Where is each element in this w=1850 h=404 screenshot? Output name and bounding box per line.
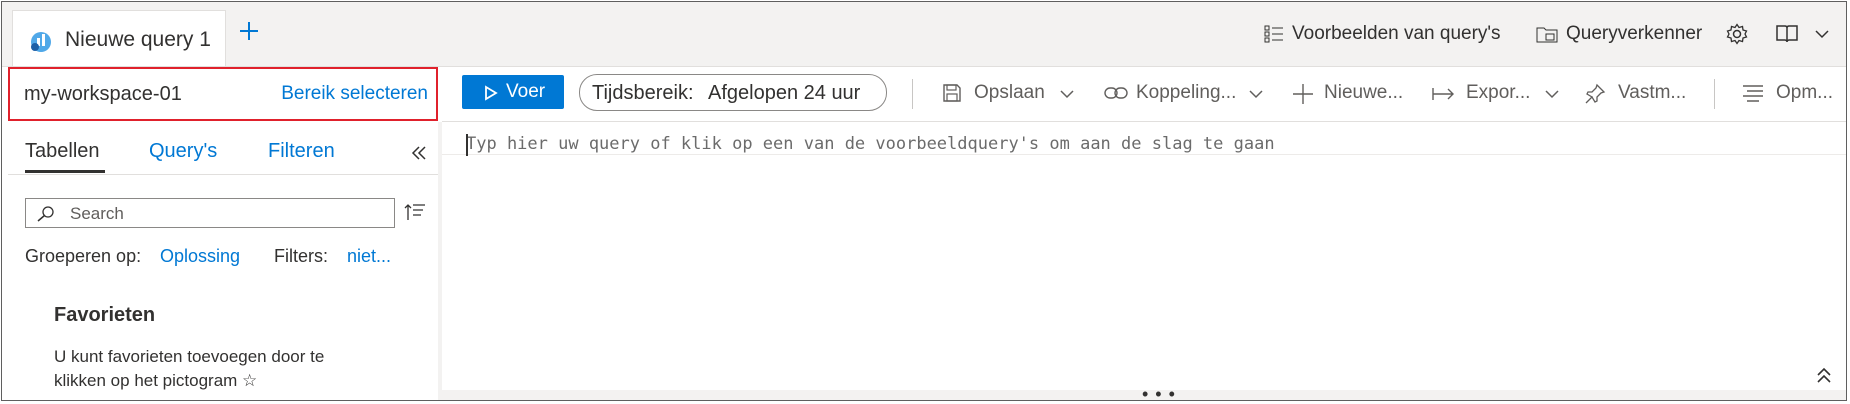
tab-filter[interactable]: Filteren: [268, 140, 335, 163]
filters-label: Filters:: [274, 246, 328, 266]
add-tab-button[interactable]: [236, 20, 262, 46]
log-analytics-icon: [31, 32, 51, 52]
search-input[interactable]: Search: [25, 198, 395, 228]
search-placeholder: Search: [70, 204, 124, 223]
plus-icon: [240, 22, 258, 40]
current-line-highlight: [442, 154, 1846, 155]
splitter-handle-icon[interactable]: • • •: [1142, 384, 1176, 400]
pin-button[interactable]: Vastm...: [1618, 82, 1686, 104]
panel-divider: [8, 174, 438, 175]
double-chevron-left-icon: [411, 146, 426, 160]
chevron-down-icon: [1545, 90, 1559, 99]
expand-results-button[interactable]: [1816, 364, 1832, 390]
time-range-picker[interactable]: Tijdsbereik: Afgelopen 24 uur: [579, 74, 887, 111]
play-icon: [485, 85, 498, 101]
tab-label: Nieuwe query 1: [65, 28, 211, 51]
sort-icon: [404, 204, 425, 220]
editor-placeholder: Typ hier uw query of klik op een van de …: [466, 134, 1275, 154]
sort-button[interactable]: [404, 202, 426, 227]
book-icon: [1776, 25, 1798, 43]
query-examples-label: Voorbeelden van query's: [1292, 23, 1501, 44]
time-range-label: Tijdsbereik:: [592, 82, 694, 104]
gear-icon: [1726, 23, 1748, 45]
run-button[interactable]: Voer: [462, 75, 564, 109]
select-scope-link[interactable]: Bereik selecteren: [281, 83, 428, 105]
group-by-label: Groeperen op:: [25, 246, 142, 266]
collapse-panel-button[interactable]: [410, 138, 428, 169]
link-button[interactable]: Koppeling...: [1136, 82, 1236, 104]
query-explorer-button[interactable]: Queryverkenner: [1536, 2, 1702, 66]
search-icon: [37, 206, 54, 222]
query-examples-button[interactable]: Voorbeelden van query's: [1264, 2, 1501, 66]
tab-tables[interactable]: Tabellen: [25, 140, 100, 163]
book-menu-button[interactable]: [1776, 2, 1838, 66]
chevron-down-icon: [1815, 30, 1829, 39]
schema-panel: Tabellen Query's Filteren Search Groeper…: [8, 122, 438, 400]
toolbar-separator: [912, 79, 913, 109]
double-chevron-up-icon: [1817, 367, 1831, 383]
run-label: Voer: [506, 81, 546, 102]
folder-icon: [1536, 27, 1558, 43]
tab-bar: Nieuwe query 1 Voorbeelden van query's Q…: [2, 2, 1846, 67]
export-button[interactable]: Expor...: [1466, 82, 1530, 104]
text-cursor: [466, 134, 468, 156]
export-arrow-icon: [1432, 88, 1454, 100]
plus-icon: [1293, 84, 1313, 104]
new-alert-button[interactable]: Nieuwe...: [1324, 82, 1403, 104]
link-icon: [1104, 87, 1128, 99]
pin-icon: [1585, 83, 1606, 104]
tab-query-1[interactable]: Nieuwe query 1: [12, 10, 226, 66]
format-icon: [1743, 85, 1763, 102]
favorites-text: U kunt favorieten toevoegen door te klik…: [54, 347, 325, 390]
favorites-title: Favorieten: [54, 304, 156, 326]
save-button[interactable]: Opslaan: [974, 82, 1045, 104]
save-icon: [943, 84, 961, 102]
query-toolbar: Voer Tijdsbereik: Afgelopen 24 uur Opsla…: [442, 67, 1846, 122]
tab-queries[interactable]: Query's: [149, 140, 217, 163]
log-analytics-window: Nieuwe query 1 Voorbeelden van query's Q…: [1, 1, 1847, 401]
list-icon: [1264, 25, 1283, 43]
toolbar-separator: [1714, 79, 1715, 109]
chevron-down-icon: [1060, 90, 1074, 99]
chevron-down-icon: [1249, 90, 1263, 99]
settings-button[interactable]: [1726, 2, 1756, 66]
query-explorer-label: Queryverkenner: [1566, 23, 1703, 44]
workspace-name: my-workspace-01: [24, 83, 182, 105]
query-editor[interactable]: Typ hier uw query of klik op een van de …: [442, 122, 1846, 392]
group-by-value[interactable]: Oplossing: [160, 246, 240, 267]
filters-value[interactable]: niet...: [347, 246, 391, 267]
scope-selector: my-workspace-01 Bereik selecteren: [8, 67, 438, 121]
format-query-button[interactable]: Opm...: [1776, 82, 1833, 104]
active-tab-indicator: [25, 170, 105, 173]
time-range-value: Afgelopen 24 uur: [708, 82, 861, 104]
